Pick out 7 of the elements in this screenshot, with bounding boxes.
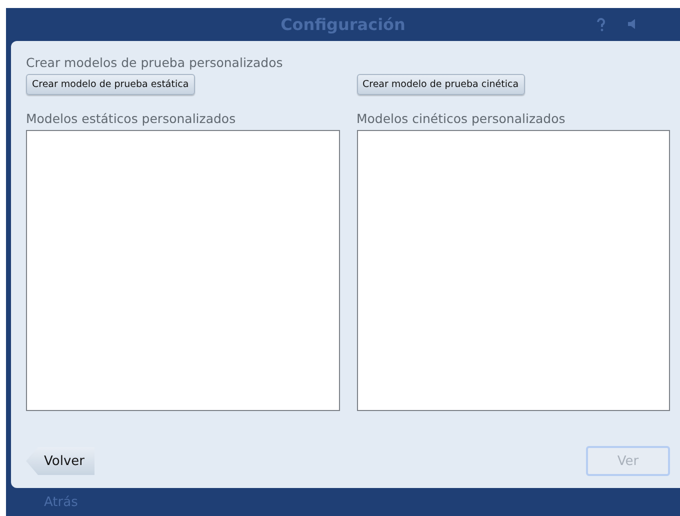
list-title: Modelos cinéticos personalizados — [356, 111, 566, 126]
create-model-button[interactable]: Crear modelo de prueba estática — [26, 74, 195, 95]
create-model-button[interactable]: Crear modelo de prueba cinética — [356, 74, 525, 95]
help-icon[interactable] — [596, 18, 606, 32]
back-button[interactable]: Volver — [26, 447, 94, 475]
section-heading: Crear modelos de prueba personalizados — [26, 55, 284, 70]
list-title: Modelos estáticos personalizados — [26, 111, 237, 126]
